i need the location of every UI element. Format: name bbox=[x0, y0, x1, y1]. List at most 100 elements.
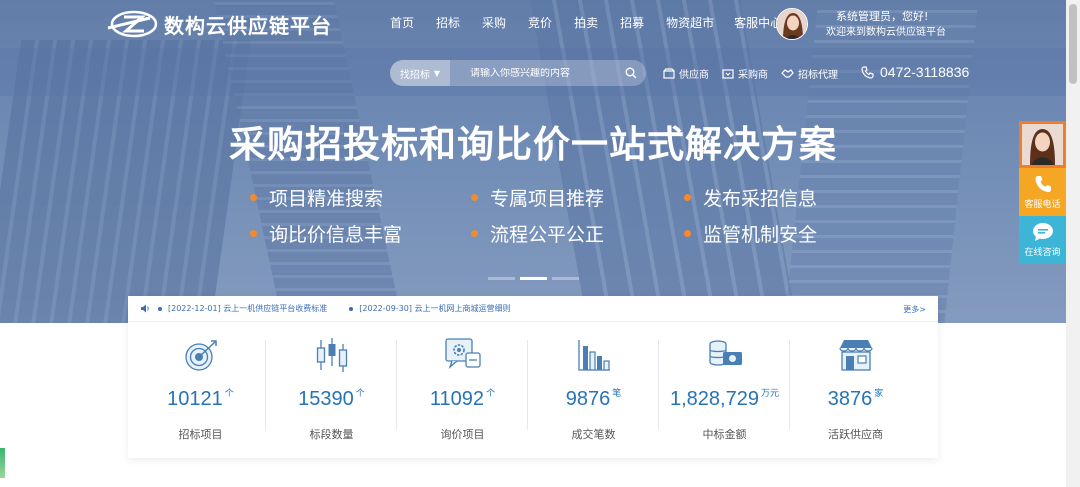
stats-row: 10121 个 招标项目 15390 个 标段数量 11092 个 询价项目 9… bbox=[128, 322, 938, 458]
nav-recruit[interactable]: 招募 bbox=[620, 14, 644, 31]
nav-supermarket[interactable]: 物资超市 bbox=[666, 14, 714, 31]
welcome-text: 欢迎来到数构云供应链平台 bbox=[826, 27, 946, 38]
service-phone-label: 客服电话 bbox=[1024, 200, 1061, 210]
link-agent-label: 招标代理 bbox=[798, 70, 838, 81]
quick-links: 供应商 采购商 招标代理 bbox=[663, 66, 851, 81]
notice-item[interactable]: [2022-09-30] 云上一机网上商城运营细则 bbox=[349, 303, 511, 314]
stat-value: 15390 个 bbox=[266, 388, 397, 411]
scrollbar-thumb[interactable] bbox=[1069, 4, 1077, 84]
nav-tender[interactable]: 招标 bbox=[436, 14, 460, 31]
search-input[interactable] bbox=[450, 67, 616, 79]
bullet-dot bbox=[158, 306, 162, 311]
stat-value: 10121 个 bbox=[135, 388, 266, 411]
link-buyer[interactable]: 采购商 bbox=[722, 66, 768, 81]
bullet-dot bbox=[471, 230, 478, 237]
brand-name: 数构云供应链平台 bbox=[164, 13, 332, 38]
greeting-text: 系统管理员，您好! bbox=[836, 10, 929, 23]
feature-item: 询比价信息丰富 bbox=[250, 220, 402, 247]
link-buyer-label: 采购商 bbox=[738, 70, 768, 81]
stat-number: 15390 bbox=[298, 388, 354, 410]
bullet-dot bbox=[250, 230, 257, 237]
stat-label: 招标项目 bbox=[178, 428, 223, 441]
stat-unit: 万元 bbox=[760, 388, 779, 398]
top-navbar: 数构云供应链平台 首页 招标 采购 竞价 拍卖 招募 物资超市 客服中心 系统管… bbox=[0, 0, 1066, 48]
feature-item: 监管机制安全 bbox=[684, 220, 817, 247]
feature-label: 流程公平公正 bbox=[490, 224, 605, 246]
feature-label: 项目精准搜索 bbox=[269, 188, 384, 210]
nav-bidding[interactable]: 竞价 bbox=[528, 14, 552, 31]
stat-unit: 个 bbox=[486, 388, 496, 398]
avatar-image bbox=[1022, 124, 1063, 165]
hotline: 0472-3118836 bbox=[861, 64, 969, 80]
service-phone-button[interactable]: 客服电话 bbox=[1019, 168, 1066, 216]
nav-auction[interactable]: 拍卖 bbox=[574, 14, 598, 31]
stat-number: 10121 bbox=[167, 388, 223, 410]
feature-label: 询比价信息丰富 bbox=[269, 224, 403, 246]
stat-label: 活跃供应商 bbox=[828, 428, 883, 441]
stat-active-suppliers[interactable]: 3876 家 活跃供应商 bbox=[790, 322, 921, 458]
avatar-image bbox=[777, 9, 807, 39]
stat-number: 3876 bbox=[827, 388, 873, 410]
bullet-dot bbox=[684, 194, 691, 201]
link-supplier-label: 供应商 bbox=[679, 70, 709, 81]
speaker-icon bbox=[141, 304, 149, 313]
carousel-dot[interactable] bbox=[488, 277, 515, 280]
phone-icon bbox=[1035, 176, 1051, 192]
link-supplier[interactable]: 供应商 bbox=[663, 66, 709, 81]
coins-icon bbox=[709, 340, 742, 366]
link-agent[interactable]: 招标代理 bbox=[781, 66, 838, 81]
online-chat-button[interactable]: 在线咨询 bbox=[1019, 216, 1066, 264]
feature-label: 发布采招信息 bbox=[703, 188, 818, 210]
phone-icon bbox=[861, 65, 874, 79]
inquiry-icon bbox=[445, 338, 481, 370]
stat-number: 9876 bbox=[565, 388, 611, 410]
stat-lot-count[interactable]: 15390 个 标段数量 bbox=[266, 322, 397, 458]
left-edge-marker bbox=[0, 448, 5, 478]
search-button[interactable] bbox=[616, 60, 646, 86]
stat-label: 标段数量 bbox=[309, 428, 354, 441]
carousel-dot-active[interactable] bbox=[520, 277, 547, 280]
bullet-dot bbox=[684, 230, 691, 237]
feature-item: 发布采招信息 bbox=[684, 184, 817, 211]
stat-inquiry-projects[interactable]: 11092 个 询价项目 bbox=[397, 322, 528, 458]
stat-winning-amount[interactable]: 1,828,729 万元 中标金额 bbox=[659, 322, 790, 458]
chat-icon bbox=[1032, 223, 1053, 241]
service-avatar[interactable] bbox=[1019, 121, 1066, 168]
logo-icon bbox=[107, 10, 158, 38]
bullet-dot bbox=[349, 306, 354, 311]
scrollbar[interactable] bbox=[1066, 0, 1080, 487]
stat-unit: 个 bbox=[355, 388, 365, 398]
supplier-icon bbox=[663, 68, 675, 79]
stat-value: 1,828,729 万元 bbox=[659, 388, 790, 411]
logo[interactable]: 数构云供应链平台 bbox=[104, 8, 332, 40]
chevron-down-icon: ▼ bbox=[433, 68, 441, 78]
feature-label: 监管机制安全 bbox=[703, 224, 818, 246]
notice-item[interactable]: [2022-12-01] 云上一机供应链平台收费标准 bbox=[158, 303, 327, 314]
stat-number: 1,828,729 bbox=[670, 388, 759, 410]
search-box: 找招标 ▼ bbox=[390, 60, 646, 86]
buyer-icon bbox=[722, 69, 734, 79]
user-avatar[interactable] bbox=[776, 8, 808, 40]
search-category-select[interactable]: 找招标 ▼ bbox=[390, 60, 450, 86]
hero-banner: 数构云供应链平台 首页 招标 采购 竞价 拍卖 招募 物资超市 客服中心 系统管… bbox=[0, 0, 1066, 323]
feature-item: 流程公平公正 bbox=[471, 220, 604, 247]
stat-value: 11092 个 bbox=[397, 388, 528, 411]
notice-text: [2022-12-01] 云上一机供应链平台收费标准 bbox=[168, 304, 328, 313]
nav-service[interactable]: 客服中心 bbox=[734, 14, 782, 31]
target-icon bbox=[185, 340, 217, 371]
search-icon bbox=[625, 67, 637, 79]
stat-transactions[interactable]: 9876 笔 成交笔数 bbox=[528, 322, 659, 458]
candlestick-icon bbox=[316, 338, 348, 372]
handshake-icon bbox=[781, 69, 794, 78]
carousel-dot[interactable] bbox=[552, 277, 579, 280]
user-greeting: 系统管理员，您好! 欢迎来到数构云供应链平台 bbox=[826, 9, 946, 41]
online-chat-label: 在线咨询 bbox=[1024, 248, 1061, 258]
stat-label: 成交笔数 bbox=[571, 428, 616, 441]
more-link[interactable]: 更多> bbox=[903, 304, 926, 315]
stat-tender-projects[interactable]: 10121 个 招标项目 bbox=[135, 322, 266, 458]
nav-purchase[interactable]: 采购 bbox=[482, 14, 506, 31]
stat-value: 9876 笔 bbox=[528, 388, 659, 411]
nav-home[interactable]: 首页 bbox=[390, 14, 414, 31]
stat-unit: 家 bbox=[874, 388, 884, 398]
stat-unit: 个 bbox=[224, 388, 234, 398]
